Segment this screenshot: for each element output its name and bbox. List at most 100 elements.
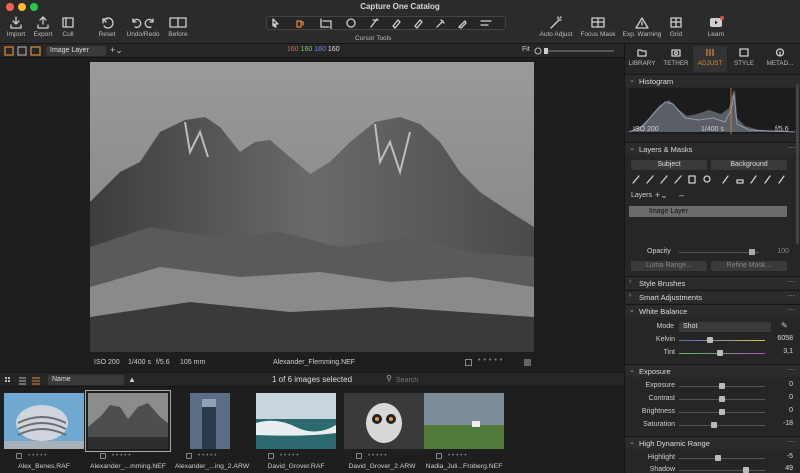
view-mode-icons[interactable]	[4, 46, 44, 56]
tab-library[interactable]: LIBRARY	[625, 46, 659, 72]
exposure-warning-button[interactable]: Exp. Warning	[622, 16, 662, 38]
brightness-knob[interactable]	[719, 409, 725, 415]
close-window-button[interactable]	[6, 3, 14, 11]
luma-range-button[interactable]: Luma Range...	[631, 261, 707, 271]
opacity-slider-knob[interactable]	[749, 249, 755, 255]
sliders-icon	[706, 49, 714, 56]
smart-adjustments-header[interactable]: › Smart Adjustments ···	[625, 290, 800, 303]
tab-tether[interactable]: TETHER	[659, 46, 693, 72]
thumb-checkbox[interactable]	[100, 453, 106, 459]
viewer-color-tag[interactable]	[524, 359, 531, 366]
thumbnail-alex-benes[interactable]	[4, 393, 84, 449]
more-icon[interactable]: ···	[787, 305, 795, 314]
more-icon[interactable]: ···	[787, 365, 795, 374]
more-icon[interactable]: ···	[787, 143, 795, 152]
tab-style[interactable]: STYLE	[727, 46, 761, 72]
mask-tool-icons[interactable]	[631, 174, 791, 184]
cull-button[interactable]: Cull	[58, 16, 78, 38]
layer-row-image-layer[interactable]: Image Layer	[629, 206, 787, 217]
shadow-knob[interactable]	[743, 467, 749, 473]
heal-icon	[436, 19, 445, 28]
add-layer-icon[interactable]: +⌄	[110, 45, 123, 56]
white-balance-header[interactable]: ⌄ White Balance ···	[625, 304, 800, 317]
chevron-right-icon: ›	[629, 292, 632, 299]
sort-select[interactable]: Name	[48, 375, 124, 385]
thumb-checkbox[interactable]	[356, 453, 362, 459]
more-icon[interactable]: ···	[787, 291, 795, 300]
kelvin-slider[interactable]	[679, 340, 765, 341]
before-button[interactable]: Before	[166, 16, 190, 38]
image-info-aperture: f/5.6	[156, 359, 170, 366]
opacity-slider[interactable]	[679, 252, 759, 253]
chevron-down-icon: ⌄	[629, 145, 635, 152]
style-brushes-header[interactable]: › Style Brushes ···	[625, 276, 800, 289]
shadow-slider[interactable]	[679, 470, 765, 471]
chevron-down-icon: ⌄	[629, 307, 635, 314]
tab-metadata[interactable]: METAD...	[761, 46, 799, 72]
more-icon[interactable]: ···	[787, 437, 795, 446]
image-viewer[interactable]: ISO 200 1/400 s f/5.6 105 mm Alexander_F…	[0, 58, 624, 372]
highlight-knob[interactable]	[715, 455, 721, 461]
thumbnail-alexander-2[interactable]	[190, 393, 230, 449]
import-button[interactable]: Import	[4, 16, 28, 38]
thumb-rating[interactable]: •••••	[28, 453, 49, 459]
sort-direction-icon[interactable]: ▲	[128, 375, 136, 384]
export-button[interactable]: Export	[30, 16, 56, 38]
thumb-rating[interactable]: •••••	[448, 453, 469, 459]
window-title: Capture One Catalog	[360, 2, 440, 11]
thumb-checkbox[interactable]	[186, 453, 192, 459]
thumbnail-nadia-froberg[interactable]	[424, 393, 504, 449]
add-layer-icon[interactable]: +⌄	[655, 190, 668, 201]
thumb-checkbox[interactable]	[268, 453, 274, 459]
main-photo-mountains[interactable]	[90, 62, 534, 352]
viewer-rating-dots[interactable]: •••••	[478, 357, 505, 364]
zoom-window-button[interactable]	[30, 3, 38, 11]
minimize-window-button[interactable]	[18, 3, 26, 11]
thumb-checkbox[interactable]	[436, 453, 442, 459]
histogram-header[interactable]: ⌄ Histogram	[625, 74, 800, 87]
eyedropper-icon[interactable]: ✎	[781, 321, 788, 330]
thumb-rating[interactable]: •••••	[112, 453, 133, 459]
more-icon[interactable]: ···	[787, 277, 795, 286]
saturation-knob[interactable]	[711, 422, 717, 428]
viewer-select-checkbox[interactable]	[465, 359, 472, 366]
thumbnail-david-grover-2[interactable]	[344, 393, 424, 449]
grid-button[interactable]: Grid	[664, 16, 688, 38]
subject-mask-button[interactable]: Subject	[631, 160, 707, 170]
auto-adjust-button[interactable]: Auto Adjust	[536, 16, 576, 38]
thumb-rating[interactable]: •••••	[280, 453, 301, 459]
thumb-checkbox[interactable]	[16, 453, 22, 459]
saturation-slider[interactable]	[679, 425, 765, 426]
layer-select[interactable]: Image Layer	[46, 46, 106, 56]
opacity-value[interactable]: 100	[767, 248, 789, 255]
exposure-header[interactable]: ⌄ Exposure ···	[625, 364, 800, 377]
title-bar: Capture One Catalog	[0, 0, 800, 14]
focus-mask-button[interactable]: Focus Mask	[578, 16, 618, 38]
contrast-knob[interactable]	[719, 396, 725, 402]
zoom-fit-label[interactable]: Fit	[522, 46, 530, 53]
thumb-rating[interactable]: •••••	[368, 453, 389, 459]
layers-masks-header[interactable]: ⌄ Layers & Masks ···	[625, 142, 800, 155]
remove-layer-icon[interactable]: –	[679, 190, 684, 200]
highlight-slider[interactable]	[679, 458, 765, 459]
reset-button[interactable]: Reset	[96, 16, 118, 38]
tab-adjust[interactable]: ADJUST	[693, 46, 727, 72]
refine-mask-button[interactable]: Refine Mask...	[711, 261, 787, 271]
kelvin-knob[interactable]	[707, 337, 713, 343]
chevron-down-icon: ⌄	[629, 439, 635, 446]
browser-view-icons[interactable]	[4, 376, 44, 385]
zoom-slider[interactable]	[534, 47, 620, 55]
thumb-rating[interactable]: •••••	[198, 453, 219, 459]
exposure-knob[interactable]	[719, 383, 725, 389]
thumbnail-david-grover[interactable]	[256, 393, 336, 449]
wb-mode-select[interactable]: Shot	[679, 322, 771, 332]
browser-search-input[interactable]	[396, 375, 596, 385]
tint-knob[interactable]	[717, 350, 723, 356]
undo-redo-button[interactable]: Undo/Redo	[124, 16, 162, 38]
thumbnail-alexander-flemming[interactable]	[85, 390, 171, 452]
panel-scrollbar[interactable]	[796, 84, 799, 244]
learn-button[interactable]: Learn	[702, 16, 730, 38]
grid-icon	[670, 17, 682, 28]
background-mask-button[interactable]: Background	[711, 160, 787, 170]
hdr-header[interactable]: ⌄ High Dynamic Range ···	[625, 436, 800, 449]
